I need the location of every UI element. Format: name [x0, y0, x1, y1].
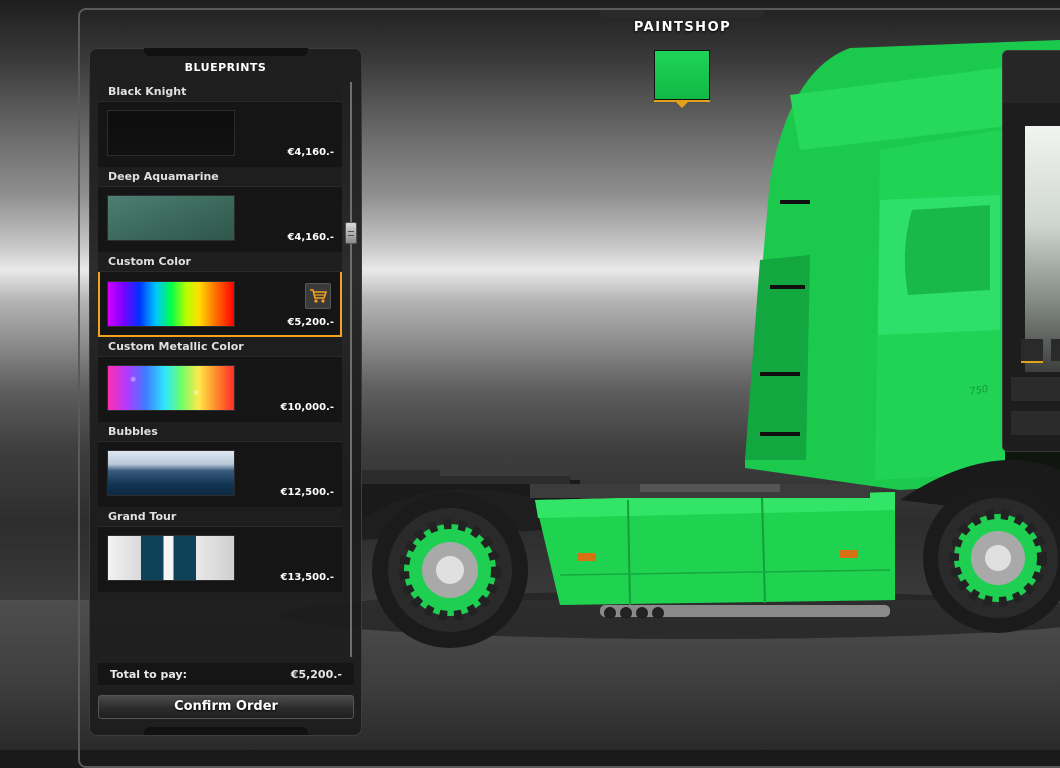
blueprint-price: €4,160.- [287, 147, 334, 158]
blueprints-list: Black Knight €4,160.- Deep Aquamarine €4… [98, 82, 342, 592]
total-value: €5,200.- [290, 668, 342, 681]
panel-top-tab [144, 48, 308, 56]
picker-slider-1[interactable] [1011, 377, 1060, 401]
blueprint-item-grand-tour[interactable]: Grand Tour €13,500.- [98, 507, 342, 592]
blueprint-name: Deep Aquamarine [98, 167, 342, 187]
color-picker-panel [1002, 50, 1060, 452]
blueprints-title: BLUEPRINTS [184, 61, 267, 74]
blueprint-name: Black Knight [98, 82, 342, 102]
current-color-swatch[interactable] [654, 50, 710, 100]
title-tab [600, 10, 765, 18]
swatch-arrow-icon [676, 102, 688, 108]
blueprint-item-black-knight[interactable]: Black Knight €4,160.- [98, 82, 342, 167]
blueprint-item-deep-aquamarine[interactable]: Deep Aquamarine €4,160.- [98, 167, 342, 252]
blueprint-price: €12,500.- [280, 487, 335, 498]
blueprint-price: €4,160.- [287, 232, 334, 243]
picker-slider-2[interactable] [1011, 411, 1060, 435]
blueprint-price: €5,200.- [287, 317, 334, 328]
blueprint-item-custom-metallic[interactable]: Custom Metallic Color €10,000.- [98, 337, 342, 422]
total-label: Total to pay: [110, 668, 188, 681]
blueprint-name: Custom Metallic Color [98, 337, 342, 357]
blueprint-thumbnail [107, 281, 235, 327]
page-title: PAINTSHOP [633, 20, 732, 35]
confirm-order-button[interactable]: Confirm Order [98, 695, 354, 719]
blueprint-name: Grand Tour [98, 507, 342, 527]
picker-mode-tab-1[interactable] [1021, 339, 1043, 363]
blueprint-thumbnail [107, 535, 235, 581]
total-row: Total to pay: €5,200.- [98, 663, 354, 685]
blueprint-name: Custom Color [98, 252, 342, 272]
blueprint-thumbnail [107, 110, 235, 156]
color-gradient-area[interactable] [1025, 126, 1060, 372]
blueprint-name: Bubbles [98, 422, 342, 442]
picker-mode-tab-2[interactable] [1051, 339, 1060, 361]
scrollbar-thumb[interactable] [345, 222, 357, 244]
blueprint-price: €10,000.- [280, 402, 335, 413]
panel-bottom-tab [144, 727, 308, 735]
scrollbar-track[interactable] [350, 82, 352, 657]
blueprint-thumbnail [107, 365, 235, 411]
blueprint-price: €13,500.- [280, 572, 335, 583]
blueprint-thumbnail [107, 195, 235, 241]
picker-header [1003, 51, 1060, 103]
blueprint-item-custom-color[interactable]: Custom Color €5,200.- [98, 252, 342, 337]
cart-icon[interactable] [305, 283, 331, 309]
blueprint-item-bubbles[interactable]: Bubbles €12,500.- [98, 422, 342, 507]
blueprint-thumbnail [107, 450, 235, 496]
